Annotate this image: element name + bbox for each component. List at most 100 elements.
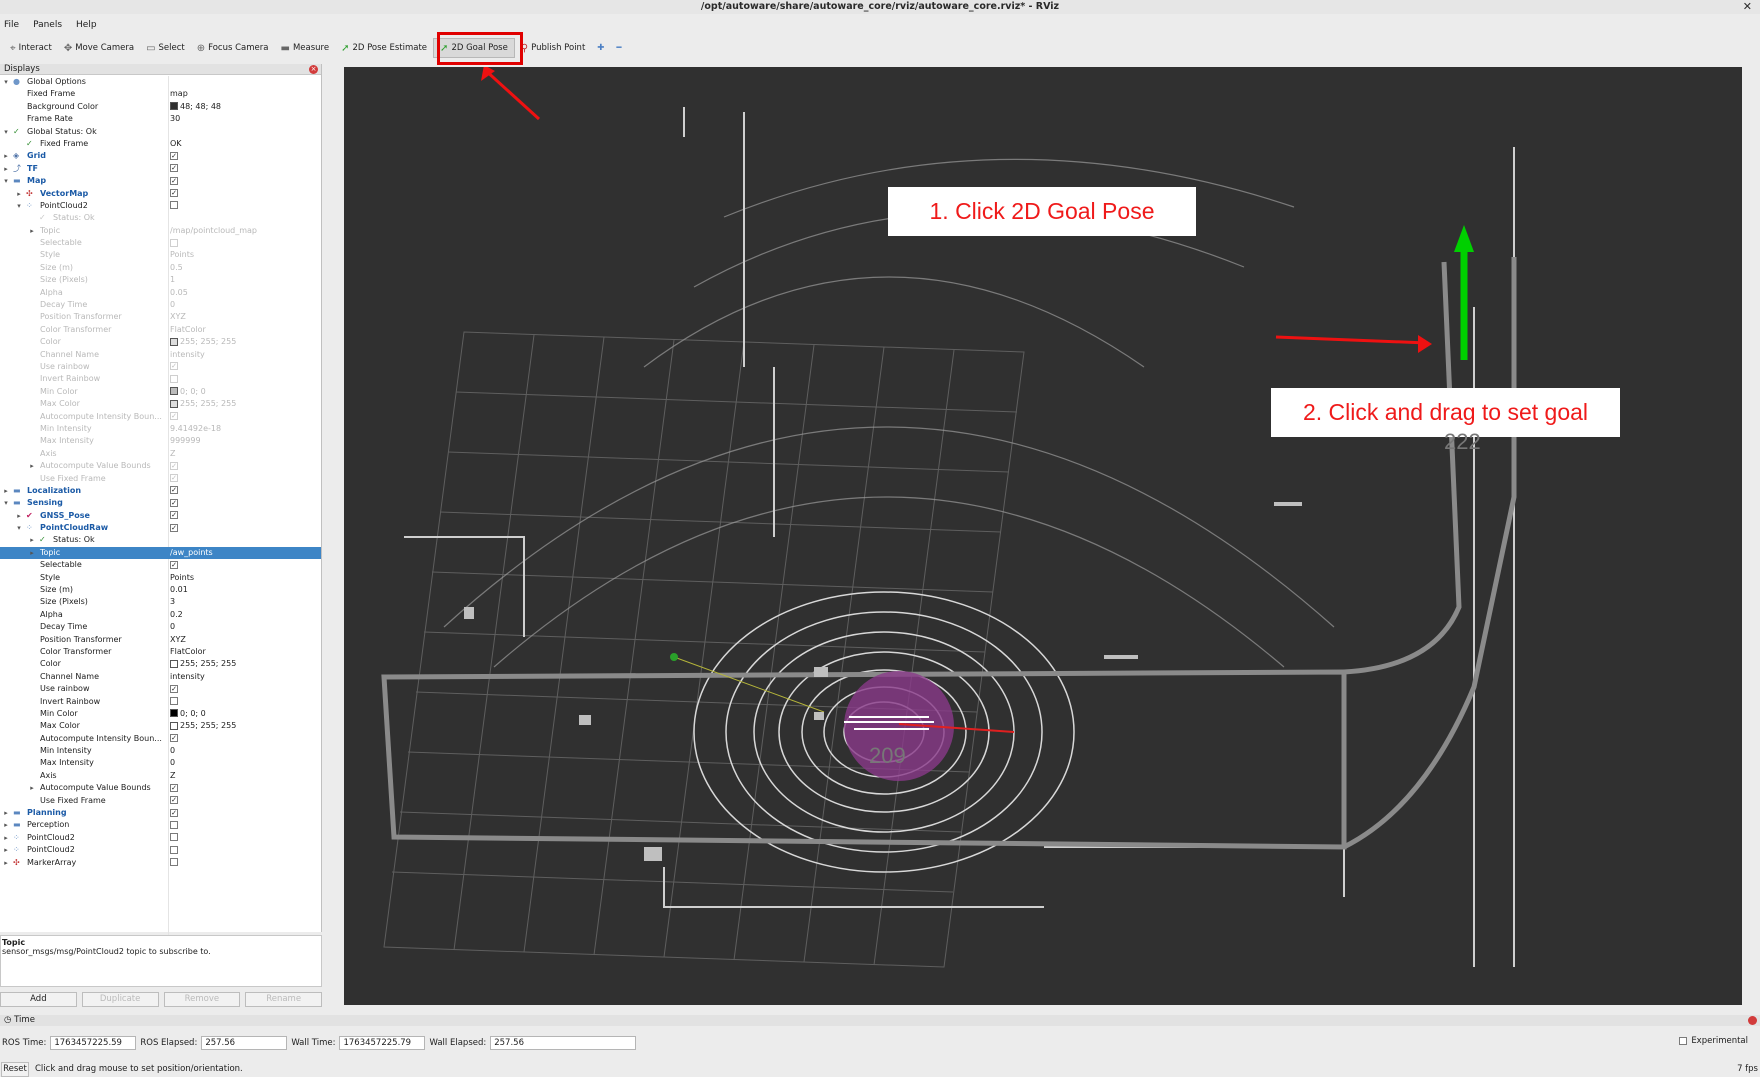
enable-checkbox[interactable]: [170, 858, 178, 867]
enable-checkbox[interactable]: ✓: [170, 560, 178, 569]
color-swatch[interactable]: [170, 387, 178, 396]
tree-row[interactable]: ▾ ▬ Sensing ✓: [0, 497, 321, 509]
collapse-arrow-icon[interactable]: ▾: [15, 200, 23, 212]
tree-row[interactable]: ▸ ⁘ PointCloud2: [0, 832, 321, 844]
tree-row-value[interactable]: ✓: [170, 510, 178, 522]
expand-arrow-icon[interactable]: ▸: [15, 188, 23, 200]
tree-row-value[interactable]: ✓: [170, 497, 178, 509]
enable-checkbox[interactable]: [170, 697, 178, 706]
time-close-icon[interactable]: [1748, 1016, 1757, 1025]
tree-row[interactable]: ▾ ● Global Options: [0, 76, 321, 88]
tree-row[interactable]: Use rainbow ✓: [0, 683, 321, 695]
tree-row-value[interactable]: 255; 255; 255: [170, 658, 236, 670]
tree-row[interactable]: Channel Name intensity: [0, 349, 321, 361]
expand-arrow-icon[interactable]: ▸: [2, 819, 10, 831]
tree-row-value[interactable]: ✓: [170, 150, 178, 162]
tree-row-value[interactable]: 255; 255; 255: [170, 720, 236, 732]
tree-row[interactable]: Use Fixed Frame ✓: [0, 473, 321, 485]
tool-2d-pose-estimate-button[interactable]: ➚ 2D Pose Estimate: [335, 38, 433, 58]
tree-row-value[interactable]: 255; 255; 255: [170, 336, 236, 348]
tree-row-value[interactable]: ✓: [170, 807, 178, 819]
enable-checkbox[interactable]: ✓: [170, 474, 178, 482]
expand-arrow-icon[interactable]: ▸: [15, 510, 23, 522]
tree-row[interactable]: Invert Rainbow: [0, 696, 321, 708]
tree-row-value[interactable]: ✓: [170, 485, 178, 497]
tree-row-value[interactable]: ✓: [170, 559, 178, 571]
expand-arrow-icon[interactable]: ▸: [2, 857, 10, 869]
tree-row-value[interactable]: ✓: [170, 188, 178, 200]
enable-checkbox[interactable]: [170, 201, 178, 210]
tree-row-value[interactable]: XYZ: [170, 634, 186, 646]
tree-row-value[interactable]: Z: [170, 770, 175, 782]
tree-row-value[interactable]: ✓: [170, 163, 178, 175]
tree-row[interactable]: Position Transformer XYZ: [0, 634, 321, 646]
tree-row[interactable]: ▸ Topic/map/pointcloud_map: [0, 225, 321, 237]
tree-row-value[interactable]: 0.01: [170, 584, 188, 596]
tree-row-value[interactable]: /aw_points: [170, 547, 213, 559]
remove-tool-icon[interactable]: ━: [610, 38, 627, 58]
remove-button[interactable]: Remove: [163, 992, 241, 1007]
collapse-arrow-icon[interactable]: ▾: [2, 76, 10, 88]
expand-arrow-icon[interactable]: ▸: [2, 844, 10, 856]
tree-row[interactable]: Size (m) 0.5: [0, 262, 321, 274]
tree-row[interactable]: Min Intensity 9.41492e-18: [0, 423, 321, 435]
tree-row[interactable]: Axis Z: [0, 770, 321, 782]
displays-close-icon[interactable]: ×: [309, 65, 318, 74]
tree-row-value[interactable]: ✓: [170, 795, 178, 807]
ros-time-field[interactable]: 1763457225.59: [50, 1036, 137, 1050]
tree-row-value[interactable]: 3: [170, 596, 175, 608]
tree-row-value[interactable]: FlatColor: [170, 646, 206, 658]
tree-row-value[interactable]: [170, 844, 178, 856]
enable-checkbox[interactable]: ✓: [170, 523, 178, 532]
color-swatch[interactable]: [170, 337, 178, 346]
tree-row[interactable]: ✓ Fixed Frame OK: [0, 138, 321, 150]
tree-row-value[interactable]: 48; 48; 48: [170, 101, 221, 113]
tree-row-value[interactable]: 0: [170, 299, 175, 311]
enable-checkbox[interactable]: ✓: [170, 684, 178, 693]
tree-row-value[interactable]: ✓: [170, 782, 178, 794]
tree-row[interactable]: Autocompute Intensity Boun... ✓: [0, 411, 321, 423]
tree-row[interactable]: Color Transformer FlatColor: [0, 646, 321, 658]
tree-row[interactable]: ▸ Autocompute Value Bounds ✓: [0, 460, 321, 472]
expand-arrow-icon[interactable]: ▸: [28, 547, 36, 559]
tree-row-value[interactable]: ✓: [170, 460, 178, 472]
tree-row[interactable]: Autocompute Intensity Boun... ✓: [0, 733, 321, 745]
tree-row[interactable]: ▸ Autocompute Value Bounds ✓: [0, 782, 321, 794]
tree-row[interactable]: ▸ ◈ Grid ✓: [0, 150, 321, 162]
enable-checkbox[interactable]: ✓: [170, 808, 178, 817]
tree-row[interactable]: Min Color 0; 0; 0: [0, 708, 321, 720]
tree-row-value[interactable]: 999999: [170, 435, 201, 447]
expand-arrow-icon[interactable]: ▸: [28, 534, 36, 546]
collapse-arrow-icon[interactable]: ▾: [2, 175, 10, 187]
tree-row[interactable]: ✓ Status: Ok: [0, 212, 321, 224]
enable-checkbox[interactable]: ✓: [170, 486, 178, 495]
tree-row-value[interactable]: 0; 0; 0: [170, 386, 206, 398]
tree-row[interactable]: Position Transformer XYZ: [0, 311, 321, 323]
rename-button[interactable]: Rename: [245, 992, 322, 1007]
tool-measure-button[interactable]: ▬ Measure: [274, 38, 335, 58]
3d-viewport[interactable]: 1. Click 2D Goal Pose 2. Click and drag …: [344, 67, 1742, 1005]
tree-row-value[interactable]: ✓: [170, 411, 178, 423]
duplicate-button[interactable]: Duplicate: [81, 992, 159, 1007]
tree-row[interactable]: Decay Time 0: [0, 621, 321, 633]
enable-checkbox[interactable]: ✓: [170, 151, 178, 160]
add-tool-icon[interactable]: ✚: [591, 38, 610, 58]
expand-arrow-icon[interactable]: ▸: [28, 782, 36, 794]
color-swatch[interactable]: [170, 721, 178, 730]
tree-row-value[interactable]: [170, 832, 178, 844]
reset-button[interactable]: Reset: [1, 1061, 29, 1077]
tree-row[interactable]: Max Intensity 999999: [0, 435, 321, 447]
tree-row-value[interactable]: 0: [170, 745, 175, 757]
enable-checkbox[interactable]: [170, 833, 178, 842]
enable-checkbox[interactable]: ✓: [170, 164, 178, 173]
tree-row[interactable]: Selectable: [0, 237, 321, 249]
tree-row[interactable]: Min Color 0; 0; 0: [0, 386, 321, 398]
tool-publish-point-button[interactable]: ⚲ Publish Point: [515, 38, 591, 58]
tree-row[interactable]: Color 255; 255; 255: [0, 336, 321, 348]
tree-row[interactable]: Invert Rainbow: [0, 373, 321, 385]
menu-help[interactable]: Help: [76, 16, 97, 34]
tree-row-value[interactable]: 1: [170, 274, 175, 286]
tree-row[interactable]: Use rainbow ✓: [0, 361, 321, 373]
tree-row-value[interactable]: [170, 857, 178, 869]
enable-checkbox[interactable]: [170, 238, 178, 247]
